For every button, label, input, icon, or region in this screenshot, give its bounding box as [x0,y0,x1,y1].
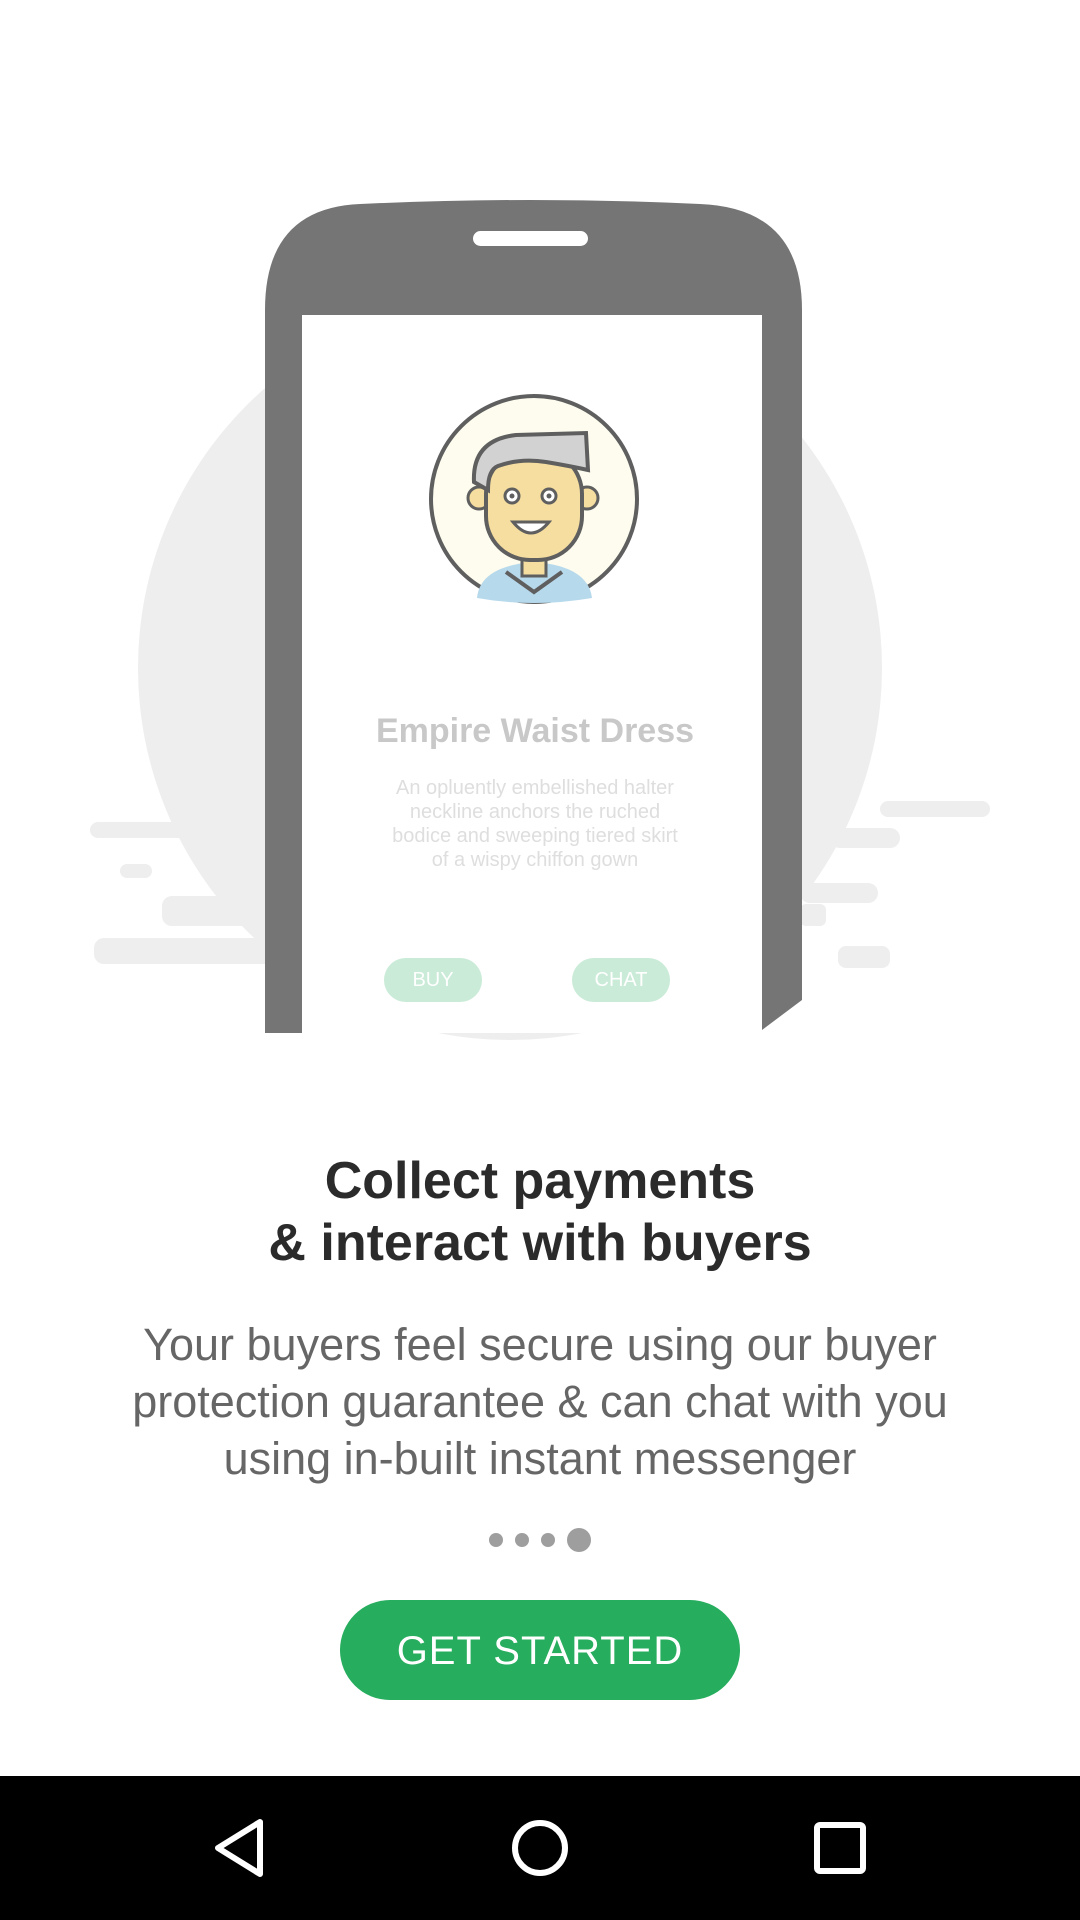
headline-line-1: Collect payments [324,1152,756,1210]
home-icon[interactable] [504,1812,576,1884]
headline-line-2: & interact with buyers [268,1214,812,1272]
page-dot-2[interactable] [515,1533,529,1547]
back-icon[interactable] [204,1812,276,1884]
chat-button-illustration: CHAT [572,958,670,1002]
buy-button-illustration: BUY [384,958,482,1002]
product-description: An opluently embellished halter neckline… [392,777,678,871]
get-started-button[interactable]: GET STARTED [340,1600,740,1700]
onboarding-headline: Collect payments & interact with buyers [0,1150,1080,1274]
page-dot-3[interactable] [541,1533,555,1547]
phone-illustration [90,200,990,1040]
page-indicator [0,1528,1080,1556]
page-dot-1[interactable] [489,1533,503,1547]
avatar-illustration [429,394,639,604]
page-dot-4-active[interactable] [567,1528,591,1552]
phone-speaker [473,231,588,246]
product-title: Empire Waist Dress [375,712,695,750]
recents-icon[interactable] [804,1812,876,1884]
system-navigation-bar [0,1776,1080,1920]
onboarding-body: Your buyers feel secure using our buyer … [132,1319,948,1484]
